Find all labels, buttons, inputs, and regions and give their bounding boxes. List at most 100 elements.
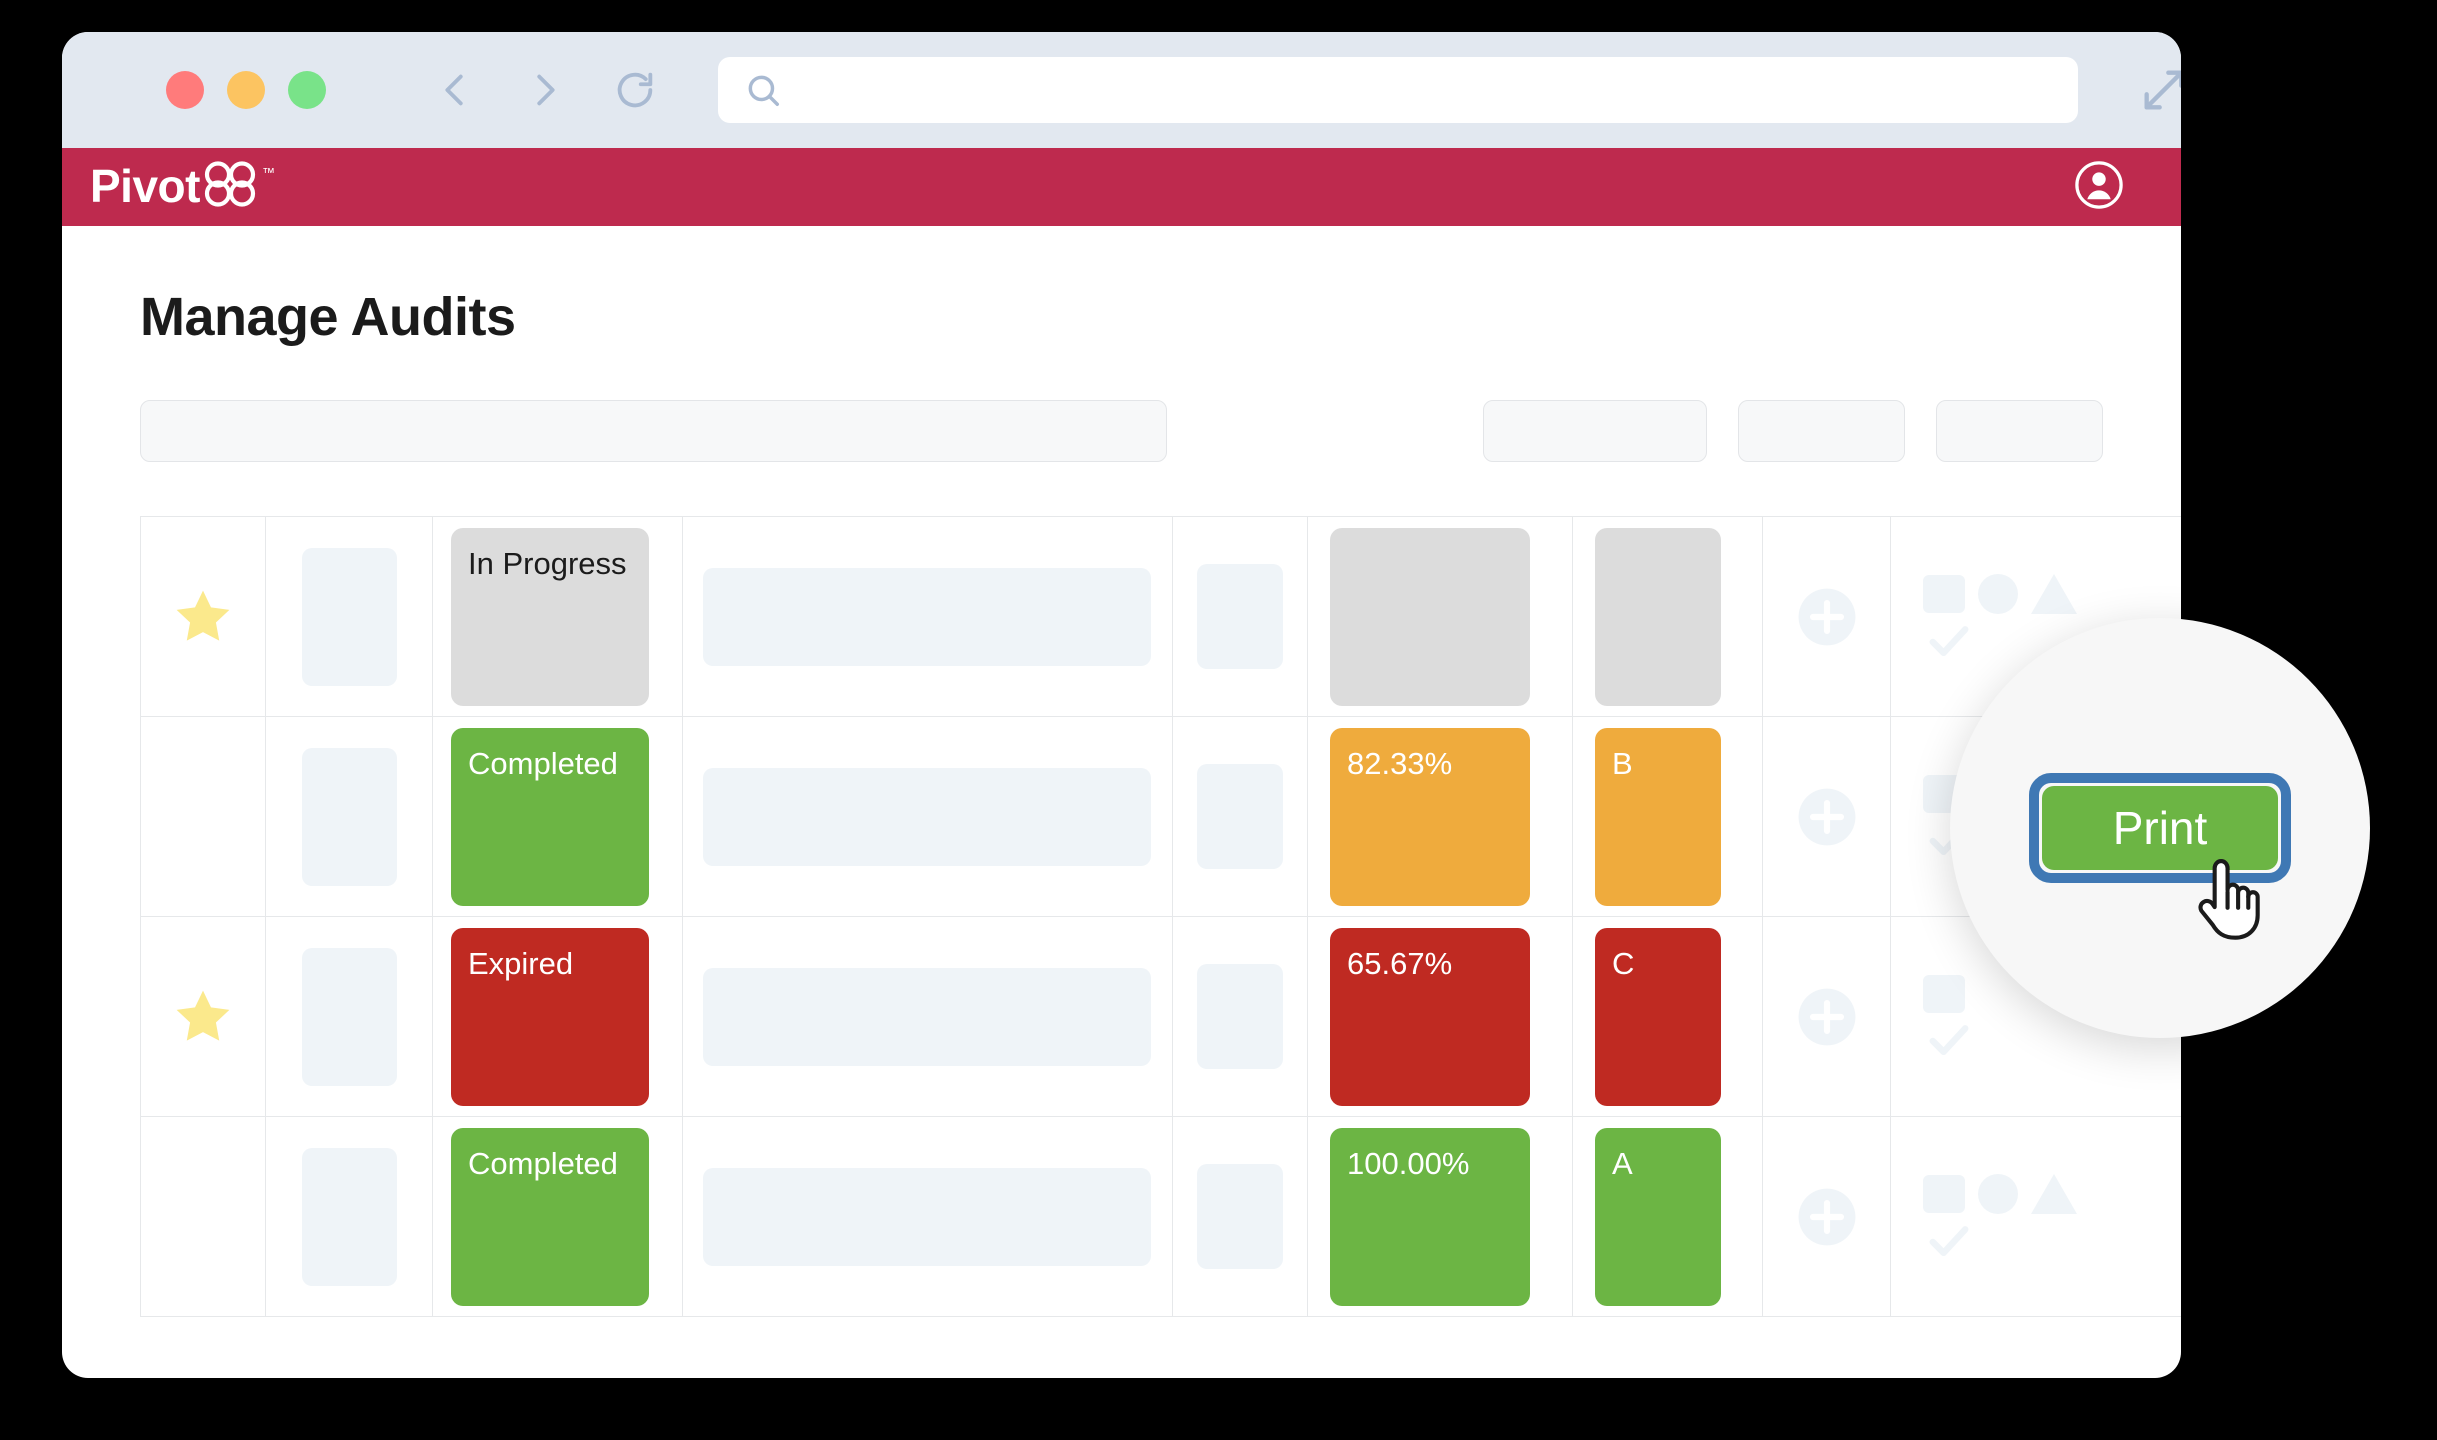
content-placeholder [301,947,397,1086]
pivot88-logo[interactable]: Pivot ™ [90,160,275,212]
plus-circle-icon[interactable] [1796,1186,1858,1248]
status-cell[interactable]: Expired [433,917,683,1116]
expand-icon[interactable] [2138,64,2181,116]
user-icon [2075,160,2123,209]
search-icon [748,75,779,106]
pointing-hand-cursor-icon [2198,859,2260,940]
filter-toolbar [62,348,2181,462]
close-window-button[interactable] [166,71,204,109]
score-cell[interactable]: 82.33% [1308,717,1573,916]
meta-cell[interactable] [1173,917,1308,1116]
grade-cell[interactable]: A [1573,1117,1763,1316]
table-row[interactable]: Expired 65.67% C [141,917,2181,1117]
status-cell[interactable]: In Progress [433,517,683,716]
score-badge: 82.33% [1330,727,1530,906]
table-row[interactable]: Completed 100.00% A [141,1117,2181,1317]
meta-cell[interactable] [1173,1117,1308,1316]
address-bar[interactable] [718,57,2078,123]
favorite-cell[interactable] [141,1117,266,1316]
search-filter-input[interactable] [140,400,1167,462]
content-placeholder [1197,964,1283,1069]
add-cell[interactable] [1763,1117,1891,1316]
content-placeholder [703,767,1151,866]
zoom-callout: Print [1950,618,2370,1038]
grade-cell[interactable]: C [1573,917,1763,1116]
star-icon[interactable] [170,584,236,650]
content-placeholder [1197,564,1283,669]
page-content: Manage Audits In Progress Completed 82.3… [62,226,2181,1317]
browser-toolbar [62,32,2181,148]
circle-placeholder-icon [1978,573,2018,614]
grade-badge [1595,527,1721,706]
browser-window: Pivot ™ Manage Audits In Progress Comple… [62,32,2181,1378]
content-placeholder [703,567,1151,666]
audits-table: In Progress Completed 82.33% B Expired 6… [140,516,2181,1317]
filter-button-2[interactable] [1738,400,1905,462]
status-badge: In Progress [451,527,649,706]
score-badge: 100.00% [1330,1127,1530,1306]
placeholder-cell[interactable] [266,517,433,716]
description-cell[interactable] [683,517,1173,716]
table-row[interactable]: Completed 82.33% B [141,717,2181,917]
action-icon-group [1923,974,1973,1059]
filter-button-1[interactable] [1483,400,1707,462]
action-icon-group [1923,1173,2077,1260]
actions-cell[interactable] [1891,1117,2181,1316]
status-badge: Completed [451,727,649,906]
content-placeholder [1197,764,1283,869]
star-icon[interactable] [170,984,236,1050]
meta-cell[interactable] [1173,517,1308,716]
placeholder-cell[interactable] [266,917,433,1116]
plus-circle-icon[interactable] [1796,586,1858,648]
square-placeholder-icon [1923,1174,1965,1213]
account-avatar[interactable] [2073,159,2125,216]
content-placeholder [301,547,397,686]
reload-icon[interactable] [612,67,658,113]
back-button[interactable] [432,67,478,113]
minimize-window-button[interactable] [227,71,265,109]
description-cell[interactable] [683,717,1173,916]
score-badge: 65.67% [1330,927,1530,1106]
description-cell[interactable] [683,1117,1173,1316]
placeholder-cell[interactable] [266,1117,433,1316]
maximize-window-button[interactable] [288,71,326,109]
triangle-placeholder-icon [2031,573,2077,614]
content-placeholder [301,1147,397,1286]
filter-button-3[interactable] [1936,400,2103,462]
score-cell[interactable] [1308,517,1573,716]
status-cell[interactable]: Completed [433,717,683,916]
check-placeholder-icon [1929,1225,1969,1256]
triangle-placeholder-icon [2031,1173,2077,1214]
table-row[interactable]: In Progress [141,517,2181,717]
grade-badge: C [1595,927,1721,1106]
content-placeholder [301,747,397,886]
app-header: Pivot ™ [62,148,2181,226]
circle-placeholder-icon [1978,1173,2018,1214]
plus-circle-icon[interactable] [1796,986,1858,1048]
check-placeholder-icon [1929,1024,1969,1055]
grade-badge: B [1595,727,1721,906]
description-cell[interactable] [683,917,1173,1116]
favorite-cell[interactable] [141,717,266,916]
address-input[interactable] [796,74,2078,106]
square-placeholder-icon [1923,974,1965,1013]
grade-cell[interactable]: B [1573,717,1763,916]
status-badge: Completed [451,1127,649,1306]
add-cell[interactable] [1763,517,1891,716]
meta-cell[interactable] [1173,717,1308,916]
status-cell[interactable]: Completed [433,1117,683,1316]
plus-circle-icon[interactable] [1796,786,1858,848]
favorite-cell[interactable] [141,917,266,1116]
add-cell[interactable] [1763,717,1891,916]
score-cell[interactable]: 65.67% [1308,917,1573,1116]
score-badge [1330,527,1530,706]
favorite-cell[interactable] [141,517,266,716]
score-cell[interactable]: 100.00% [1308,1117,1573,1316]
window-controls [166,71,326,109]
add-cell[interactable] [1763,917,1891,1116]
forward-button[interactable] [522,67,568,113]
grade-cell[interactable] [1573,517,1763,716]
page-title: Manage Audits [140,287,516,347]
placeholder-cell[interactable] [266,717,433,916]
content-placeholder [1197,1164,1283,1269]
